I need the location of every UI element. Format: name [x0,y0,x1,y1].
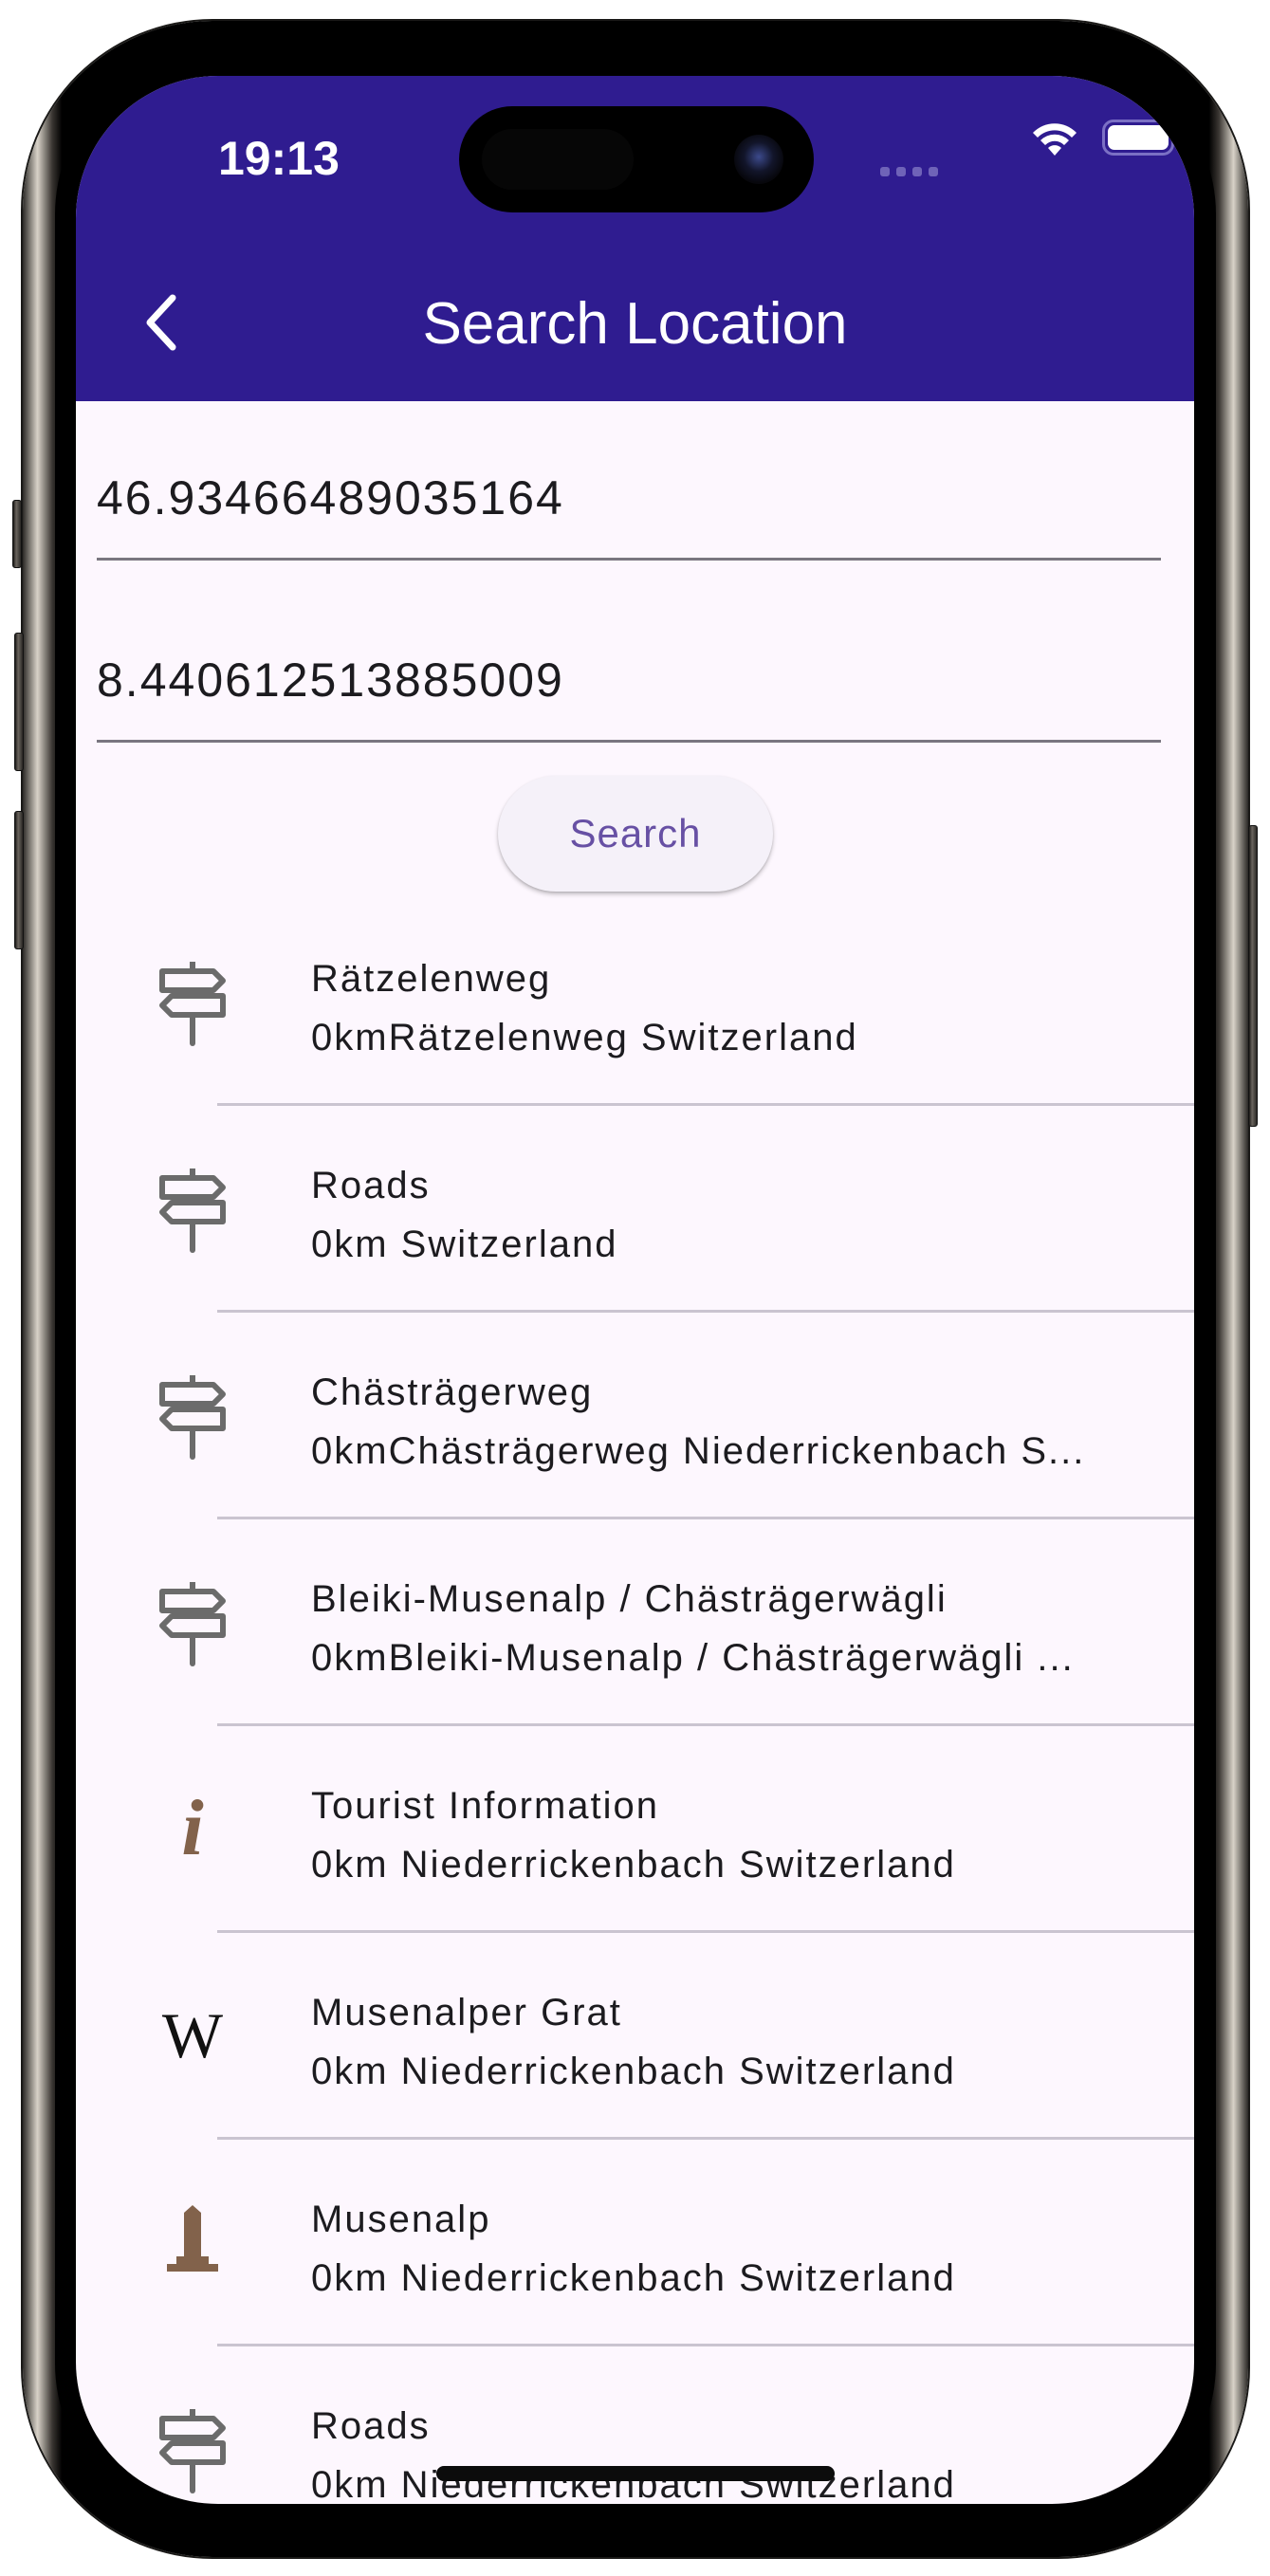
result-item[interactable]: Musenalp 0km Niederrickenbach Switzerland [76,2140,1194,2346]
tourist-info-icon: i [150,1781,235,1876]
result-title: Musenalp [311,2199,491,2240]
result-title: Rätzelenweg [311,958,552,1000]
result-subtitle: 0kmBleiki-Musenalp / Chästrägerwägli ... [311,1637,1075,1679]
result-subtitle: 0kmRätzelenweg Switzerland [311,1017,858,1058]
battery-icon [1102,120,1181,156]
signpost-icon [150,1368,235,1463]
longitude-field[interactable] [97,638,1161,743]
island-sensor [482,129,634,190]
result-subtitle: 0km Niederrickenbach Switzerland [311,2257,956,2299]
result-item[interactable]: Chästrägerweg 0kmChästrägerweg Niederrick… [76,1313,1194,1519]
result-item[interactable]: i Tourist Information 0km Niederrickenbach… [76,1726,1194,1933]
action-button [12,500,22,568]
signpost-icon [150,1161,235,1256]
result-title: Bleiki-Musenalp / Chästrägerwägli [311,1578,948,1620]
longitude-input[interactable] [97,653,1161,708]
result-title: Roads [311,2405,431,2447]
result-title: Chästrägerweg [311,1371,594,1413]
info-glyph: i [181,1784,204,1872]
result-title: Roads [311,1165,431,1206]
result-item[interactable]: Rätzelenweg 0kmRätzelenweg Switzerland [76,899,1194,1106]
result-title: Tourist Information [311,1785,660,1827]
power-button [1248,825,1258,1127]
monument-icon [150,2195,235,2290]
battery-tip [1176,133,1181,144]
result-item[interactable]: Bleiki-Musenalp / Chästrägerwägli 0kmBlei… [76,1519,1194,1726]
latitude-field[interactable] [97,456,1161,561]
signpost-icon [150,954,235,1049]
signpost-icon [150,1574,235,1669]
result-subtitle: 0km Switzerland [311,1224,618,1265]
cellular-signal-icon [880,167,938,176]
page-title: Search Location [422,291,848,357]
volume-down-button [14,811,24,949]
result-item[interactable]: W Musenalper Grat 0km Niederrickenbach Swi… [76,1933,1194,2140]
result-subtitle: 0kmChästrägerweg Niederrickenbach S... [311,1430,1086,1472]
signpost-icon [150,2401,235,2496]
camera-lens-icon [734,135,783,184]
battery-level [1108,125,1169,150]
status-time: 19:13 [218,132,340,185]
result-item[interactable]: Roads 0km Switzerland [76,1106,1194,1313]
wikipedia-icon: W [150,1988,235,2083]
home-indicator[interactable] [436,2466,835,2481]
volume-up-button [14,633,24,771]
app-bar: 19:13 Search Location [76,76,1194,401]
wifi-icon [1033,123,1077,156]
result-title: Musenalper Grat [311,1992,622,2033]
result-list: Rätzelenweg 0kmRätzelenweg Switzerland Roa… [76,899,1194,2504]
result-subtitle: 0km Niederrickenbach Switzerland [311,2051,956,2092]
latitude-input[interactable] [97,470,1161,525]
screen: 19:13 Search Location Search [76,76,1194,2504]
search-button[interactable]: Search [498,776,773,892]
wikipedia-glyph: W [161,1999,224,2071]
dynamic-island [459,106,814,212]
result-subtitle: 0km Niederrickenbach Switzerland [311,1844,956,1886]
